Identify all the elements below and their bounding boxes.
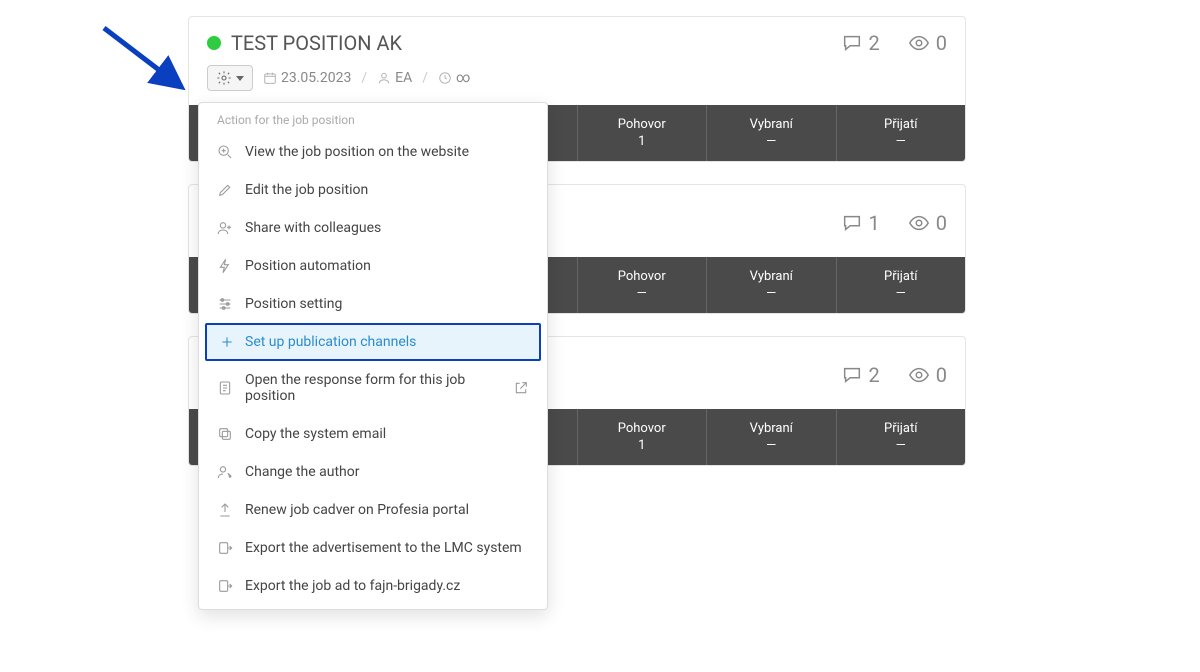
comments-count: 2 bbox=[869, 31, 880, 55]
sliders-icon bbox=[217, 296, 233, 312]
stat-cell[interactable]: Přijatí— bbox=[837, 409, 966, 465]
comments-metric[interactable]: 2 bbox=[841, 31, 880, 55]
copy-icon bbox=[217, 426, 233, 442]
export-icon bbox=[217, 578, 233, 594]
dropdown-item-change-author[interactable]: Change the author bbox=[199, 453, 547, 491]
actions-gear-button[interactable] bbox=[207, 65, 253, 91]
chat-icon bbox=[841, 364, 863, 386]
author-chip: EA bbox=[377, 70, 412, 86]
dropdown-item-edit[interactable]: Edit the job position bbox=[199, 171, 547, 209]
views-count: 0 bbox=[936, 363, 947, 387]
comments-count: 2 bbox=[869, 363, 880, 387]
clock-icon bbox=[438, 71, 452, 85]
dropdown-item-export-lmc[interactable]: Export the advertisement to the LMC syst… bbox=[199, 529, 547, 567]
dropdown-item-setting[interactable]: Position setting bbox=[199, 285, 547, 323]
stat-cell[interactable]: Pohovor— bbox=[578, 257, 708, 313]
chat-icon bbox=[841, 32, 863, 54]
eye-icon bbox=[908, 32, 930, 54]
views-metric[interactable]: 0 bbox=[908, 363, 947, 387]
stat-cell[interactable]: Vybraní— bbox=[707, 409, 837, 465]
views-count: 0 bbox=[936, 31, 947, 55]
pencil-icon bbox=[217, 182, 233, 198]
gear-icon bbox=[216, 70, 232, 86]
form-icon bbox=[217, 380, 233, 396]
stat-cell[interactable]: Přijatí— bbox=[837, 105, 966, 161]
chevron-down-icon bbox=[236, 76, 244, 81]
eye-icon bbox=[908, 364, 930, 386]
dropdown-item-publication-channels[interactable]: Set up publication channels bbox=[205, 323, 541, 361]
views-metric[interactable]: 0 bbox=[908, 31, 947, 55]
comments-count: 1 bbox=[869, 211, 880, 235]
views-count: 0 bbox=[936, 211, 947, 235]
dropdown-item-response-form[interactable]: Open the response form for this job posi… bbox=[199, 361, 547, 415]
views-metric[interactable]: 0 bbox=[908, 211, 947, 235]
status-dot-icon bbox=[207, 36, 221, 50]
comments-metric[interactable]: 2 bbox=[841, 363, 880, 387]
dropdown-header: Action for the job position bbox=[199, 103, 547, 133]
calendar-icon bbox=[263, 71, 277, 85]
bolt-icon bbox=[217, 258, 233, 274]
stat-cell[interactable]: Vybraní— bbox=[707, 105, 837, 161]
stat-cell[interactable]: Přijatí— bbox=[837, 257, 966, 313]
comments-metric[interactable]: 1 bbox=[841, 211, 880, 235]
position-title[interactable]: TEST POSITION AK bbox=[231, 31, 813, 55]
bottom-fade-overlay bbox=[0, 602, 1200, 672]
dropdown-item-renew-profesia[interactable]: Renew job cadver on Profesia portal bbox=[199, 491, 547, 529]
stat-cell[interactable]: Vybraní— bbox=[707, 257, 837, 313]
dropdown-item-share[interactable]: Share with colleagues bbox=[199, 209, 547, 247]
upload-icon bbox=[217, 502, 233, 518]
magnify-plus-icon bbox=[217, 144, 233, 160]
user-icon bbox=[377, 71, 391, 85]
plus-icon bbox=[219, 334, 235, 350]
annotation-arrow bbox=[94, 22, 194, 100]
date-chip: 23.05.2023 bbox=[263, 70, 351, 86]
export-icon bbox=[217, 540, 233, 556]
dropdown-item-automation[interactable]: Position automation bbox=[199, 247, 547, 285]
expiry-chip: ∞ bbox=[438, 70, 470, 86]
external-link-icon bbox=[513, 380, 529, 396]
user-edit-icon bbox=[217, 464, 233, 480]
dropdown-item-copy-email[interactable]: Copy the system email bbox=[199, 415, 547, 453]
stat-cell[interactable]: Pohovor1 bbox=[578, 409, 708, 465]
dropdown-item-view-on-website[interactable]: View the job position on the website bbox=[199, 133, 547, 171]
chat-icon bbox=[841, 212, 863, 234]
eye-icon bbox=[908, 212, 930, 234]
stat-cell[interactable]: Pohovor1 bbox=[578, 105, 708, 161]
user-plus-icon bbox=[217, 220, 233, 236]
actions-dropdown: Action for the job position View the job… bbox=[198, 102, 548, 610]
dropdown-item-export-fajn[interactable]: Export the job ad to fajn-brigady.cz bbox=[199, 567, 547, 605]
